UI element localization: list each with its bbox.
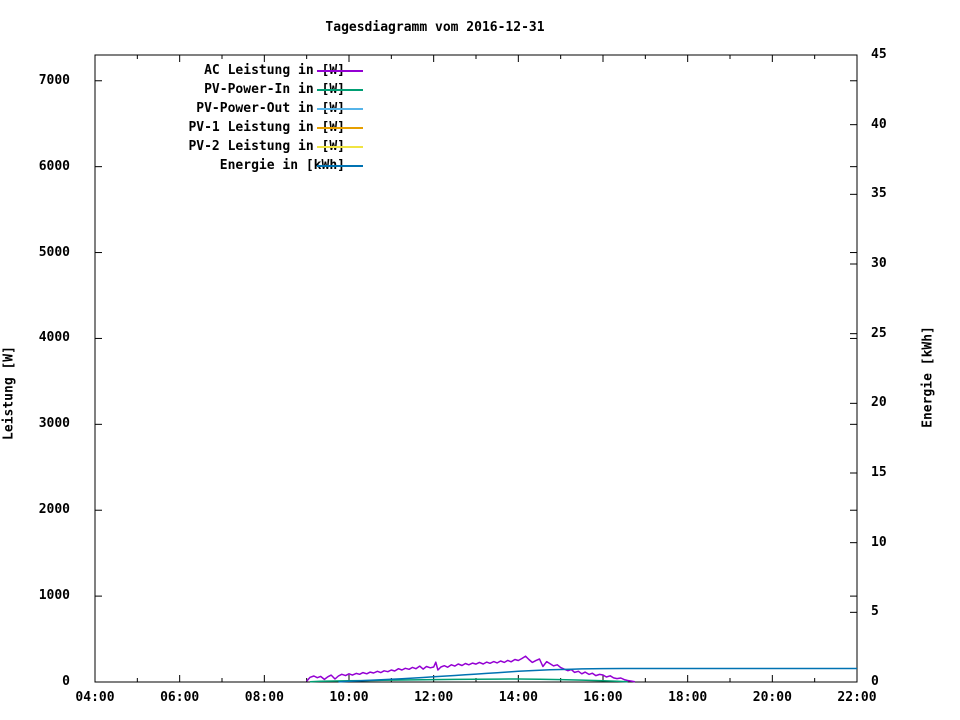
legend-line-swatch <box>317 108 363 110</box>
legend-line-swatch <box>317 70 363 72</box>
x-tick-label: 16:00 <box>583 690 623 705</box>
y-right-tick-label: 10 <box>871 534 887 550</box>
y-right-tick-label: 5 <box>871 604 879 620</box>
y-right-tick-label: 0 <box>871 674 879 689</box>
y-right-tick-label: 20 <box>871 395 887 411</box>
y-left-tick-label: 3000 <box>38 416 70 432</box>
x-tick-label: 12:00 <box>414 690 454 705</box>
y-right-tick-label: 25 <box>871 325 887 341</box>
legend-line-swatch <box>317 127 363 129</box>
x-tick-label: 18:00 <box>668 690 708 705</box>
x-tick-label: 10:00 <box>329 690 369 705</box>
x-tick-label: 22:00 <box>837 690 877 705</box>
y-left-tick-label: 2000 <box>38 502 70 518</box>
legend-row-pv-power-out: PV-Power-Out in [W] <box>95 100 375 119</box>
legend-row-pv1: PV-1 Leistung in [W] <box>95 119 375 138</box>
legend-row-pv2: PV-2 Leistung in [W] <box>95 138 375 157</box>
x-tick-label: 04:00 <box>75 690 115 705</box>
y-left-tick-label: 0 <box>62 674 70 689</box>
y-right-tick-label: 30 <box>871 256 887 271</box>
y-left-tick-label: 1000 <box>38 588 70 604</box>
y-left-tick-label: 5000 <box>38 244 70 260</box>
x-tick-label: 20:00 <box>752 690 792 705</box>
legend-line-swatch <box>317 146 363 148</box>
legend-line-swatch <box>317 89 363 91</box>
y-left-tick-label: 6000 <box>38 158 70 174</box>
chart-canvas: Tagesdiagramm vom 2016-12-31 Leistung [W… <box>0 0 960 720</box>
y-right-tick-label: 35 <box>871 186 887 202</box>
y-right-tick-label: 40 <box>871 116 887 132</box>
x-tick-label: 14:00 <box>498 690 538 705</box>
x-tick-label: 06:00 <box>160 690 200 705</box>
legend-row-ac: AC Leistung in [W] <box>95 62 375 81</box>
legend-row-energie: Energie in [kWh] <box>95 157 375 176</box>
y-right-tick-label: 15 <box>871 465 887 480</box>
legend-row-pv-power-in: PV-Power-In in [W] <box>95 81 375 100</box>
y-left-tick-label: 7000 <box>38 72 70 88</box>
y-left-tick-label: 4000 <box>38 330 70 346</box>
legend-line-swatch <box>317 165 363 167</box>
chart-legend: AC Leistung in [W] PV-Power-In in [W] PV… <box>95 62 375 176</box>
x-tick-label: 08:00 <box>244 690 284 705</box>
y-right-tick-label: 45 <box>871 47 887 62</box>
